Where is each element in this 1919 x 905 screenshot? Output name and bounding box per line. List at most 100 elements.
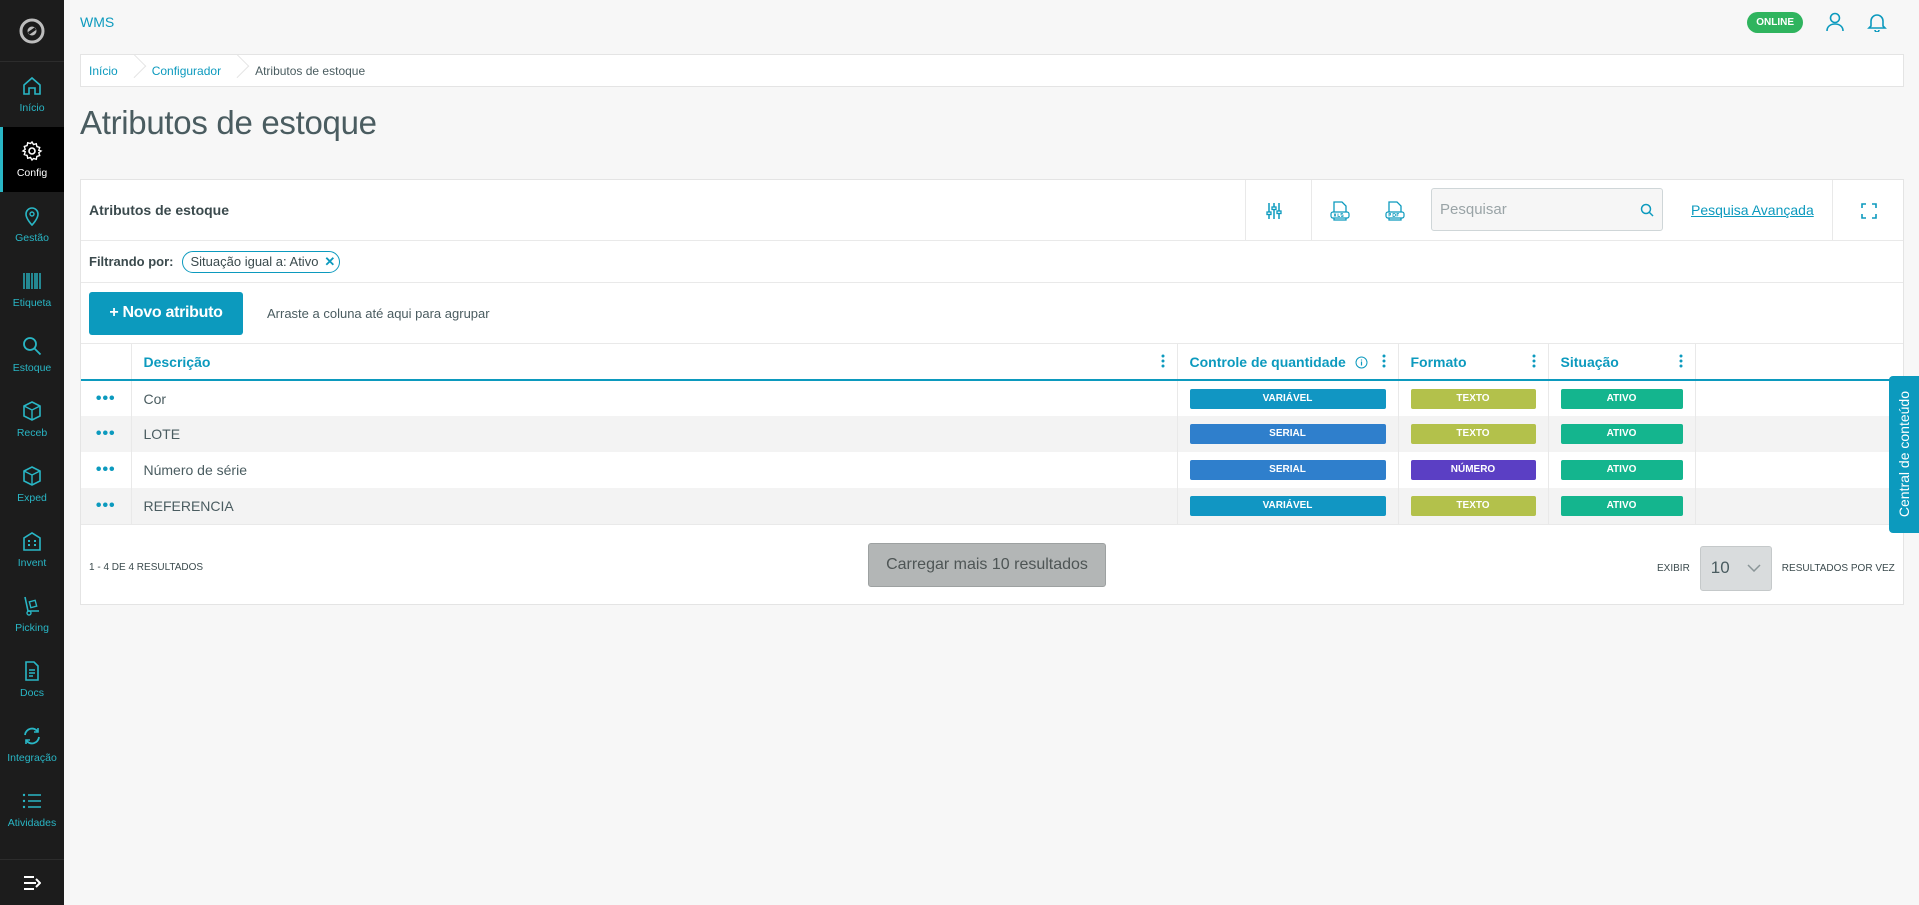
situacao-badge: ATIVO (1560, 424, 1683, 444)
column-header-formato[interactable]: Formato (1398, 344, 1549, 381)
cell-formato: TEXTO (1398, 488, 1549, 525)
column-header-controle[interactable]: Controle de quantidade (1177, 344, 1399, 381)
sidebar-item-label: Config (16, 167, 48, 179)
app-logo[interactable] (0, 0, 64, 62)
table-body: ••• Cor VARIÁVEL TEXTO ATIVO ••• LOTE SERIAL TEX… (81, 380, 1904, 525)
column-header-situacao[interactable]: Situação (1548, 344, 1696, 381)
app-title[interactable]: WMS (80, 14, 114, 30)
cell-filler (1695, 416, 1904, 452)
formato-badge: TEXTO (1410, 388, 1536, 409)
search-icon[interactable] (1640, 203, 1654, 217)
column-header-descricao[interactable]: Descrição (131, 344, 1178, 381)
new-attribute-button[interactable]: + Novo atributo (89, 291, 243, 335)
sidebar-item-atividades[interactable]: Atividades (0, 777, 64, 842)
page-title: Atributos de estoque (80, 104, 377, 141)
column-menu-icon[interactable] (1382, 354, 1386, 368)
info-icon[interactable] (1355, 356, 1368, 369)
cell-situacao: ATIVO (1548, 488, 1696, 525)
filter-chip-label: Situação igual a: Ativo (190, 254, 319, 269)
column-menu-icon[interactable] (1532, 354, 1536, 368)
content-center-tab[interactable]: Central de conteúdo (1889, 376, 1919, 533)
search-field[interactable] (1431, 188, 1663, 231)
sidebar-item-etiqueta[interactable]: Etiqueta (0, 257, 64, 322)
breadcrumb-configurador[interactable]: Configurador (152, 64, 221, 78)
active-filters: Filtrando por: Situação igual a: Ativo ✕ (81, 241, 1903, 283)
online-status-badge: ONLINE (1747, 11, 1803, 33)
sidebar-item-label: Início (19, 102, 45, 114)
actions-column-header (81, 344, 132, 381)
table-row[interactable]: ••• REFERENCIA VARIÁVEL TEXTO ATIVO (81, 488, 1904, 525)
formato-badge: TEXTO (1410, 495, 1536, 516)
building-icon (23, 532, 41, 551)
sidebar-item-início[interactable]: Início (0, 62, 64, 127)
column-menu-icon[interactable] (1679, 354, 1683, 368)
column-menu-icon[interactable] (1161, 354, 1165, 368)
page-size-control: EXIBIR 10 RESULTADOS POR VEZ (1657, 545, 1895, 591)
sidebar-item-gestão[interactable]: Gestão (0, 192, 64, 257)
sidebar-item-label: Gestão (15, 232, 49, 244)
card-title: Atributos de estoque (89, 202, 230, 218)
per-page-label: RESULTADOS POR VEZ (1781, 562, 1895, 574)
box-icon (23, 466, 41, 486)
advanced-search-link[interactable]: Pesquisa Avançada (1691, 202, 1814, 218)
sidebar-item-label: Atividades (7, 817, 57, 829)
remove-filter-icon[interactable]: ✕ (324, 254, 335, 270)
row-actions-menu[interactable]: ••• (81, 380, 132, 416)
cell-controle: VARIÁVEL (1177, 380, 1399, 416)
column-header-label: Descrição (143, 353, 211, 370)
breadcrumb-home[interactable]: Início (89, 64, 118, 78)
sidebar: Início Config Gestão Etiqueta Estoque Receb Ex… (0, 0, 64, 905)
sidebar-item-integração[interactable]: Integração (0, 712, 64, 777)
cell-formato: TEXTO (1398, 380, 1549, 416)
cell-filler (1695, 452, 1904, 488)
sidebar-item-picking[interactable]: Picking (0, 582, 64, 647)
sidebar-item-config[interactable]: Config (0, 127, 64, 192)
filter-label: Filtrando por: (89, 254, 174, 269)
table-row[interactable]: ••• Cor VARIÁVEL TEXTO ATIVO (81, 380, 1904, 416)
cell-controle: SERIAL (1177, 416, 1399, 452)
column-header-label: Controle de quantidade (1189, 353, 1346, 370)
user-icon[interactable] (1825, 12, 1845, 32)
cell-descricao: LOTE (131, 416, 1178, 452)
breadcrumb-separator (233, 55, 243, 86)
sidebar-item-label: Invent (17, 557, 47, 569)
home-icon (23, 76, 41, 95)
table-row[interactable]: ••• LOTE SERIAL TEXTO ATIVO (81, 416, 1904, 452)
sidebar-item-estoque[interactable]: Estoque (0, 322, 64, 387)
sliders-icon (1265, 202, 1282, 219)
sidebar-item-label: Integração (7, 752, 57, 764)
search-input[interactable] (1440, 201, 1640, 218)
sidebar-toggle[interactable] (0, 859, 64, 905)
table-row[interactable]: ••• Número de série SERIAL NÚMERO ATIVO (81, 452, 1904, 488)
results-range: 1 - 4 DE 4 RESULTADOS (89, 561, 204, 573)
fullscreen-button[interactable] (1832, 180, 1904, 241)
column-header-label: Situação (1560, 353, 1619, 370)
cell-controle: VARIÁVEL (1177, 488, 1399, 525)
filter-chip-situacao: Situação igual a: Ativo ✕ (181, 250, 341, 273)
page-size-select[interactable]: 10 (1699, 545, 1772, 591)
sidebar-item-invent[interactable]: Invent (0, 517, 64, 582)
export-pdf-button[interactable] (1367, 180, 1423, 241)
show-label: EXIBIR (1657, 562, 1690, 574)
sidebar-item-receb[interactable]: Receb (0, 387, 64, 452)
bell-icon[interactable] (1867, 12, 1887, 32)
sidebar-item-exped[interactable]: Exped (0, 452, 64, 517)
sidebar-menu: Início Config Gestão Etiqueta Estoque Receb Ex… (0, 62, 64, 842)
search-icon (23, 337, 42, 356)
row-actions-menu[interactable]: ••• (81, 488, 132, 525)
columns-settings-button[interactable] (1245, 180, 1301, 241)
cell-situacao: ATIVO (1548, 380, 1696, 416)
column-header-label: Formato (1410, 353, 1467, 370)
situacao-badge: ATIVO (1560, 460, 1683, 480)
sidebar-item-label: Docs (20, 687, 44, 699)
cell-controle: SERIAL (1177, 452, 1399, 488)
card-header: Atributos de estoque Pesquisar Pesquisa … (81, 180, 1903, 241)
controle-badge: SERIAL (1189, 424, 1386, 444)
row-actions-menu[interactable]: ••• (81, 416, 132, 452)
row-actions-menu[interactable]: ••• (81, 452, 132, 488)
cell-descricao: Cor (131, 380, 1178, 416)
export-xls-button[interactable] (1311, 180, 1367, 241)
expand-icon (1860, 202, 1877, 219)
sidebar-item-docs[interactable]: Docs (0, 647, 64, 712)
load-more-button[interactable]: Carregar mais 10 resultados (868, 542, 1106, 587)
